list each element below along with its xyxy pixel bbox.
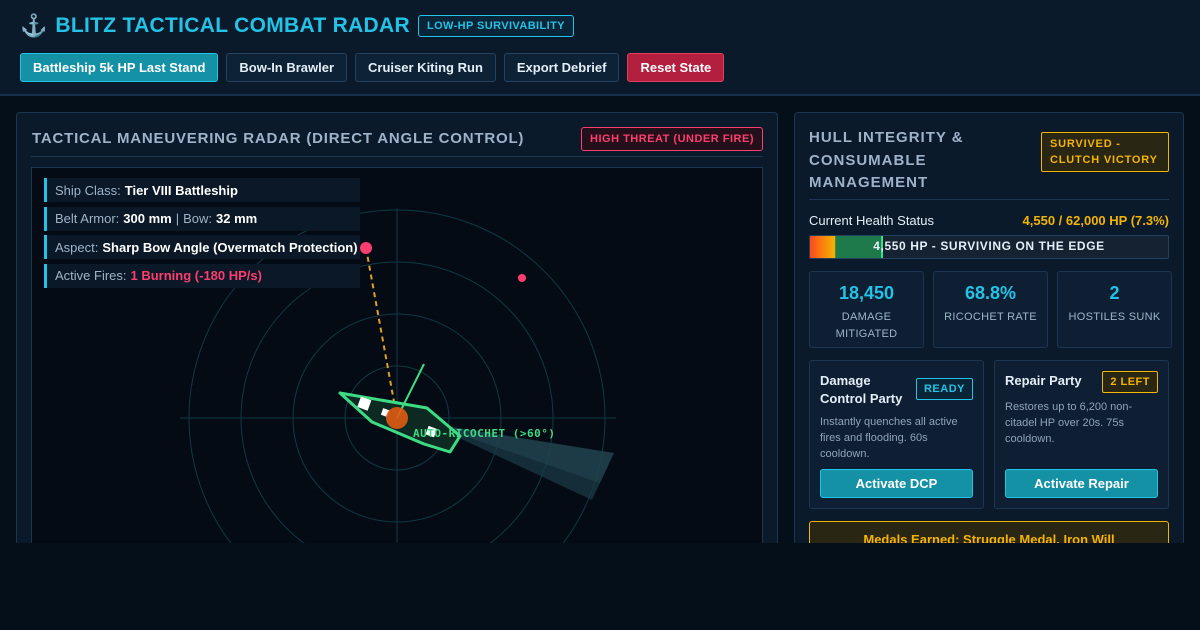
info-value: 32 mm: [216, 211, 258, 226]
info-row-armor: Belt Armor: 300 mm | Bow: 32 mm: [44, 206, 360, 231]
stat-value: 2: [1109, 283, 1120, 303]
hp-label: Current Health Status: [809, 213, 935, 228]
app-title: BLITZ TACTICAL COMBAT RADAR: [55, 14, 410, 37]
info-value: Sharp Bow Angle (Overmatch Protection): [102, 239, 358, 255]
radar-display[interactable]: Ship Class: Tier VIII Battleship Belt Ar…: [31, 167, 763, 567]
hp-bar: 4,550 HP - SURVIVING ON THE EDGE: [809, 235, 1169, 259]
scenario-cruiser-kiting-button[interactable]: Cruiser Kiting Run: [355, 53, 496, 82]
ship-center-marker: [386, 407, 408, 429]
info-label: Aspect:: [55, 239, 99, 255]
app-header: ⚓ BLITZ TACTICAL COMBAT RADAR LOW-HP SUR…: [0, 0, 1200, 96]
stats-row: 18,450 DAMAGE MITIGATED 68.8% RICOCHET R…: [809, 271, 1172, 348]
stat-value: 18,450: [838, 283, 895, 303]
activate-dcp-button[interactable]: Activate DCP: [820, 469, 973, 498]
info-value: Tier VIII Battleship: [124, 182, 238, 198]
stat-hostiles-sunk: 2 HOSTILES SUNK: [1057, 271, 1172, 348]
stat-label: RICOCHET RATE: [944, 311, 1037, 323]
scenario-toolbar: Battleship 5k HP Last Stand Bow-In Brawl…: [20, 53, 725, 82]
anchor-icon: ⚓: [20, 13, 48, 38]
stat-label: HOSTILES SUNK: [1068, 311, 1161, 323]
radar-panel-title: TACTICAL MANEUVERING RADAR (DIRECT ANGLE…: [32, 130, 525, 147]
export-debrief-button[interactable]: Export Debrief: [503, 53, 620, 82]
consumable-name: Damage Control Party: [820, 373, 903, 406]
hull-panel: HULL INTEGRITY & CONSUMABLE MANAGEMENT S…: [794, 112, 1184, 559]
divider: [31, 156, 763, 157]
enemy-contact: [360, 242, 372, 254]
info-value: 300 mm: [123, 211, 172, 226]
stat-ricochet-rate: 68.8% RICOCHET RATE: [933, 271, 1048, 348]
info-row-ship-class: Ship Class: Tier VIII Battleship: [44, 178, 360, 202]
radar-panel: TACTICAL MANEUVERING RADAR (DIRECT ANGLE…: [16, 112, 778, 567]
threat-badge: HIGH THREAT (UNDER FIRE): [581, 127, 763, 151]
outcome-badge: SURVIVED - CLUTCH VICTORY: [1041, 132, 1169, 172]
hp-value: 4,550 / 62,000 HP (7.3%): [1022, 213, 1169, 228]
title-row: ⚓ BLITZ TACTICAL COMBAT RADAR LOW-HP SUR…: [20, 13, 574, 39]
info-label: Bow:: [183, 211, 213, 226]
divider: [809, 199, 1169, 200]
incoming-fire-trace: [365, 247, 398, 419]
scenario-battleship-last-stand-button[interactable]: Battleship 5k HP Last Stand: [20, 53, 219, 82]
info-row-aspect: Aspect: Sharp Bow Angle (Overmatch Prote…: [44, 235, 360, 259]
consumable-card-dcp: Damage Control Party READY Instantly que…: [809, 360, 984, 509]
viewport-bottom: [0, 543, 1200, 630]
stat-damage-mitigated: 18,450 DAMAGE MITIGATED: [809, 271, 924, 348]
stat-value: 68.8%: [964, 283, 1017, 303]
activate-repair-button[interactable]: Activate Repair: [1005, 469, 1158, 498]
consumable-charges-badge: 2 LEFT: [1102, 371, 1158, 393]
consumable-description: Instantly quenches all active fires and …: [820, 416, 958, 460]
ship-info-list: Ship Class: Tier VIII Battleship Belt Ar…: [44, 178, 360, 292]
info-label: Belt Armor:: [55, 211, 120, 226]
consumable-card-repair: Repair Party 2 LEFT Restores up to 6,200…: [994, 360, 1169, 509]
fire-status: 1 Burning (-180 HP/s): [130, 268, 262, 283]
hp-bar-text: 4,550 HP - SURVIVING ON THE EDGE: [873, 239, 1105, 253]
consumable-description: Restores up to 6,200 non-citadel HP over…: [1005, 401, 1133, 445]
scenario-bow-in-brawler-button[interactable]: Bow-In Brawler: [226, 53, 348, 82]
ricochet-label: AUTO-RICOCHET (>60°): [413, 427, 556, 440]
separator: |: [175, 211, 180, 226]
info-label: Active Fires:: [55, 268, 127, 283]
enemy-contact: [518, 274, 526, 282]
info-label: Ship Class:: [55, 182, 121, 198]
consumable-status-badge: READY: [915, 378, 973, 400]
consumable-name: Repair Party: [1005, 373, 1082, 388]
stat-label: DAMAGE MITIGATED: [835, 311, 898, 340]
reset-state-button[interactable]: Reset State: [627, 53, 725, 82]
info-row-fires: Active Fires: 1 Burning (-180 HP/s): [44, 263, 360, 288]
hull-panel-title: HULL INTEGRITY & CONSUMABLE MANAGEMENT: [809, 129, 964, 191]
mode-badge: LOW-HP SURVIVABILITY: [417, 15, 574, 37]
